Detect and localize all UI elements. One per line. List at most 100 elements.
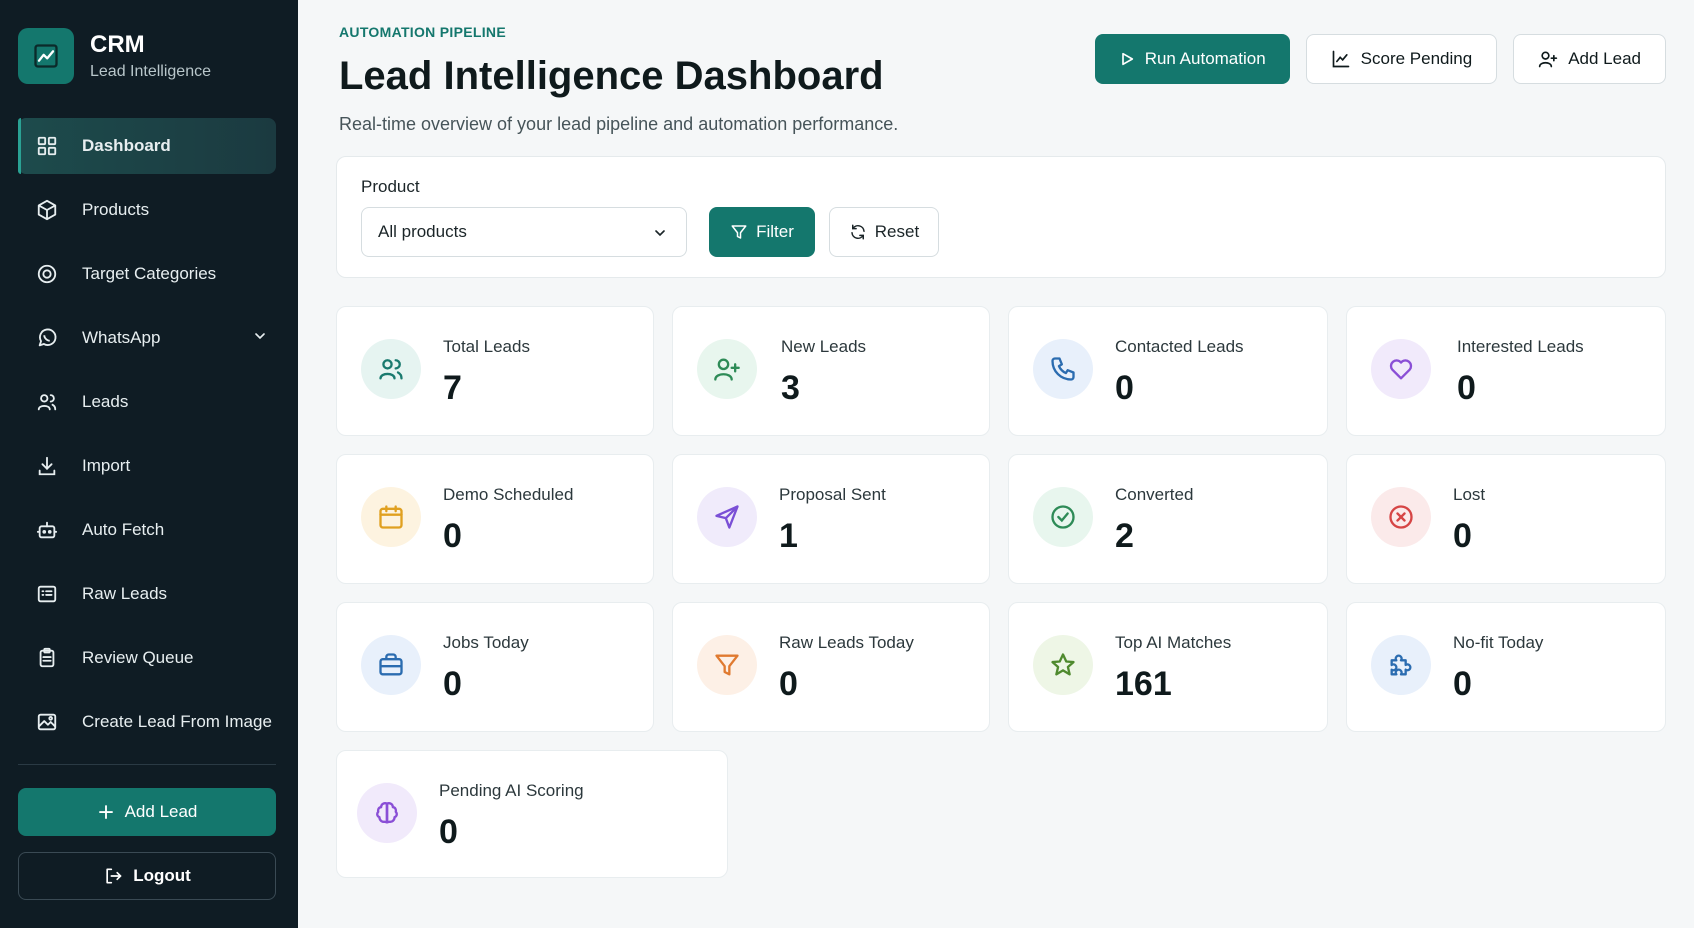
calendar-icon bbox=[361, 487, 421, 547]
download-icon bbox=[34, 453, 60, 479]
sidebar: CRM Lead Intelligence Dashboard Products… bbox=[0, 0, 298, 928]
stat-value: 0 bbox=[779, 665, 798, 703]
brand-subtitle: Lead Intelligence bbox=[90, 63, 211, 80]
stat-label: No-fit Today bbox=[1453, 633, 1544, 652]
stat-label: Converted bbox=[1115, 485, 1194, 504]
sidebar-item-label: Review Queue bbox=[82, 648, 194, 667]
sidebar-item-auto-fetch[interactable]: Auto Fetch bbox=[18, 502, 276, 558]
stat-card-no-fit-today: No-fit Today 0 bbox=[1346, 602, 1666, 732]
stat-card-pending-ai-scoring: Pending AI Scoring 0 bbox=[336, 750, 728, 878]
stat-label: Raw Leads Today bbox=[779, 633, 914, 652]
stat-value: 0 bbox=[1457, 369, 1476, 407]
sidebar-item-create-lead-from-image[interactable]: Create Lead From Image bbox=[18, 694, 276, 750]
funnel-icon bbox=[697, 635, 757, 695]
dashboard-icon bbox=[34, 133, 60, 159]
reset-button[interactable]: Reset bbox=[829, 207, 939, 257]
stat-label: Pending AI Scoring bbox=[439, 781, 584, 800]
stat-value: 0 bbox=[439, 813, 458, 851]
sidebar-nav: Dashboard Products Target Categories Wha… bbox=[18, 118, 276, 758]
page-title: Lead Intelligence Dashboard bbox=[339, 54, 884, 98]
filter-button-label: Filter bbox=[756, 222, 794, 241]
run-automation-label: Run Automation bbox=[1144, 49, 1266, 68]
sidebar-item-raw-leads[interactable]: Raw Leads bbox=[18, 566, 276, 622]
sidebar-add-lead-button[interactable]: Add Lead bbox=[18, 788, 276, 836]
sidebar-item-dashboard[interactable]: Dashboard bbox=[18, 118, 276, 174]
user-plus-icon bbox=[697, 339, 757, 399]
sidebar-item-whatsapp[interactable]: WhatsApp bbox=[18, 310, 276, 366]
funnel-icon bbox=[731, 225, 747, 239]
sidebar-item-label: Auto Fetch bbox=[82, 520, 165, 539]
sidebar-item-import[interactable]: Import bbox=[18, 438, 276, 494]
stat-label: Contacted Leads bbox=[1115, 337, 1244, 356]
send-icon bbox=[697, 487, 757, 547]
brand-title: CRM bbox=[90, 31, 145, 58]
brain-icon bbox=[357, 783, 417, 843]
product-select[interactable]: All products bbox=[361, 207, 687, 257]
logout-button[interactable]: Logout bbox=[18, 852, 276, 900]
puzzle-icon bbox=[1371, 635, 1431, 695]
x-circle-icon bbox=[1371, 487, 1431, 547]
users-icon bbox=[361, 339, 421, 399]
stat-card-top-ai-matches: Top AI Matches 161 bbox=[1008, 602, 1328, 732]
star-icon bbox=[1033, 635, 1093, 695]
image-icon bbox=[34, 709, 60, 735]
filter-panel: Product All products Filter Reset bbox=[336, 156, 1666, 278]
sidebar-item-label: Target Categories bbox=[82, 264, 217, 283]
heart-icon bbox=[1371, 339, 1431, 399]
logout-icon bbox=[106, 868, 122, 884]
score-pending-button[interactable]: Score Pending bbox=[1305, 34, 1498, 84]
stat-card-raw-leads-today: Raw Leads Today 0 bbox=[672, 602, 990, 732]
stat-label: Interested Leads bbox=[1457, 337, 1584, 356]
stat-value: 0 bbox=[1453, 665, 1472, 703]
stat-value: 0 bbox=[443, 517, 462, 555]
sidebar-divider bbox=[18, 764, 276, 765]
box-icon bbox=[34, 197, 60, 223]
sidebar-item-review-queue[interactable]: Review Queue bbox=[18, 630, 276, 686]
stat-value: 1 bbox=[779, 517, 798, 555]
whatsapp-icon bbox=[34, 325, 60, 351]
stat-label: Lost bbox=[1453, 485, 1486, 504]
phone-icon bbox=[1033, 339, 1093, 399]
page-eyebrow: AUTOMATION PIPELINE bbox=[339, 24, 506, 40]
stat-value: 7 bbox=[443, 369, 462, 407]
add-lead-button[interactable]: Add Lead bbox=[1513, 34, 1666, 84]
refresh-icon bbox=[851, 224, 865, 240]
product-filter-label: Product bbox=[361, 177, 420, 196]
bot-icon bbox=[34, 517, 60, 543]
sidebar-add-lead-label: Add Lead bbox=[124, 802, 198, 821]
play-icon bbox=[1121, 52, 1133, 66]
stat-value: 0 bbox=[1453, 517, 1472, 555]
user-plus-icon bbox=[1539, 51, 1558, 68]
sidebar-item-label: Dashboard bbox=[82, 136, 171, 155]
run-automation-button[interactable]: Run Automation bbox=[1094, 34, 1290, 84]
stat-card-demo-scheduled: Demo Scheduled 0 bbox=[336, 454, 654, 584]
reset-button-label: Reset bbox=[874, 222, 920, 241]
sidebar-item-products[interactable]: Products bbox=[18, 182, 276, 238]
list-icon bbox=[34, 581, 60, 607]
stat-card-jobs-today: Jobs Today 0 bbox=[336, 602, 654, 732]
stat-value: 0 bbox=[1115, 369, 1134, 407]
stat-label: Top AI Matches bbox=[1115, 633, 1232, 652]
sidebar-item-label: Raw Leads bbox=[82, 584, 168, 603]
sidebar-item-leads[interactable]: Leads bbox=[18, 374, 276, 430]
users-icon bbox=[34, 389, 60, 415]
chevron-down-icon bbox=[652, 225, 668, 246]
stat-card-new-leads: New Leads 3 bbox=[672, 306, 990, 436]
stat-value: 0 bbox=[443, 665, 462, 703]
filter-button[interactable]: Filter bbox=[709, 207, 815, 257]
sidebar-item-label: Leads bbox=[82, 392, 129, 411]
chevron-down-icon[interactable] bbox=[252, 328, 268, 349]
stat-card-interested-leads: Interested Leads 0 bbox=[1346, 306, 1666, 436]
briefcase-icon bbox=[361, 635, 421, 695]
score-pending-label: Score Pending bbox=[1360, 49, 1473, 68]
sidebar-item-label: Create Lead From Image bbox=[82, 712, 272, 731]
check-circle-icon bbox=[1033, 487, 1093, 547]
product-select-value: All products bbox=[378, 222, 467, 241]
stat-label: Total Leads bbox=[443, 337, 530, 356]
sidebar-item-target-categories[interactable]: Target Categories bbox=[18, 246, 276, 302]
sidebar-item-label: WhatsApp bbox=[82, 328, 161, 347]
page-subtitle: Real-time overview of your lead pipeline… bbox=[339, 114, 899, 134]
sidebar-item-label: Import bbox=[82, 456, 131, 475]
header-actions: Run Automation Score Pending Add Lead bbox=[1094, 34, 1666, 84]
stat-card-contacted-leads: Contacted Leads 0 bbox=[1008, 306, 1328, 436]
